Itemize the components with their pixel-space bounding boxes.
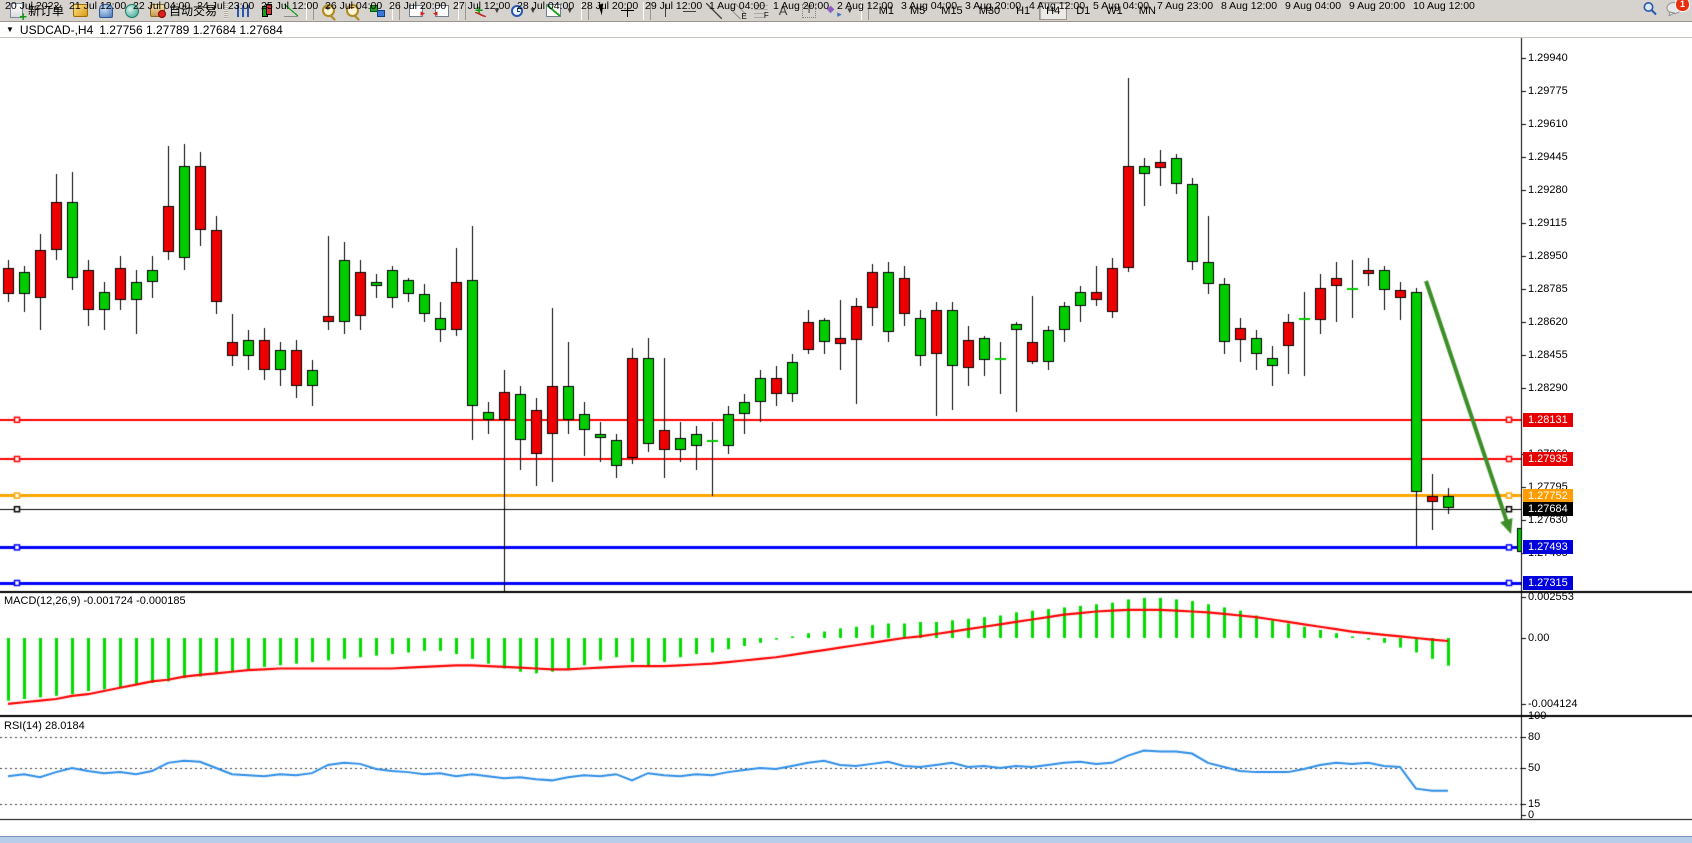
toolbar-right: 1 [1642,1,1684,17]
price-level-chip: 1.27684 [1523,502,1573,516]
macd-tick-label: 0.00 [1528,632,1549,644]
price-tick-label: 1.29115 [1528,217,1567,229]
price-chart-canvas[interactable] [0,38,1692,843]
price-tick-label: 1.28290 [1528,382,1568,394]
rsi-tick-label: 0 [1528,809,1534,821]
price-level-chip: 1.27315 [1523,576,1573,590]
chart-title-bar[interactable]: ▼ USDCAD-,H4 1.27756 1.27789 1.27684 1.2… [0,22,1692,38]
time-axis-label: 26 Jul 20:00 [389,0,446,12]
search-icon[interactable] [1642,1,1658,17]
price-level-chip: 1.28131 [1523,413,1573,427]
price-level-chip: 1.27935 [1523,452,1573,466]
price-tick-label: 1.29445 [1528,151,1568,163]
time-axis-label: 27 Jul 12:00 [453,0,510,12]
time-axis-label: 24 Jul 23:00 [197,0,254,12]
time-axis-label: 2 Aug 12:00 [837,0,893,12]
time-axis-label: 3 Aug 04:00 [901,0,957,12]
time-axis-label: 28 Jul 04:00 [517,0,574,12]
time-axis-label: 4 Aug 12:00 [1029,0,1085,12]
price-tick-label: 1.28785 [1528,283,1568,295]
price-level-chip: 1.27752 [1523,489,1573,503]
window-bottom-edge [0,836,1692,843]
time-axis-label: 25 Jul 12:00 [261,0,318,12]
time-axis-label: 1 Aug 04:00 [709,0,765,12]
time-axis-label: 3 Aug 20:00 [965,0,1021,12]
time-axis-label: 9 Aug 04:00 [1285,0,1341,12]
time-axis-label: 8 Aug 12:00 [1221,0,1277,12]
time-axis-label: 21 Jul 12:00 [69,0,126,12]
rsi-tick-label: 50 [1528,762,1540,774]
price-level-chip: 1.27493 [1523,540,1573,554]
price-tick-label: 1.28950 [1528,250,1568,262]
time-axis-label: 28 Jul 20:00 [581,0,638,12]
price-tick-label: 1.29775 [1528,85,1568,97]
price-tick-label: 1.28620 [1528,316,1568,328]
time-axis-label: 29 Jul 12:00 [645,0,702,12]
rsi-tick-label: 100 [1528,710,1546,722]
macd-indicator-label: MACD(12,26,9) -0.001724 -0.000185 [4,595,186,607]
rsi-indicator-label: RSI(14) 28.0184 [4,720,85,732]
notification-badge: 1 [1675,0,1690,12]
macd-tick-label: 0.002553 [1528,591,1574,603]
rsi-tick-label: 15 [1528,798,1540,810]
chart-dropdown-icon[interactable]: ▼ [6,25,14,34]
time-axis-label: 5 Aug 04:00 [1093,0,1149,12]
rsi-tick-label: 80 [1528,731,1540,743]
macd-tick-label: -0.004124 [1528,698,1578,710]
time-axis-label: 10 Aug 12:00 [1413,0,1475,12]
chart-ohlc-values: 1.27756 1.27789 1.27684 1.27684 [99,23,283,37]
price-tick-label: 1.29940 [1528,52,1568,64]
time-axis-label: 26 Jul 04:00 [325,0,382,12]
time-axis-label: 1 Aug 20:00 [773,0,829,12]
time-axis-label: 9 Aug 20:00 [1349,0,1405,12]
time-axis-label: 20 Jul 2022 [5,0,59,12]
time-axis-label: 22 Jul 04:00 [133,0,190,12]
price-tick-label: 1.28455 [1528,349,1568,361]
mt4-window: 新订单 自动交易 ▼ ▼ ▼ ▼ [0,0,1692,843]
time-axis-label: 7 Aug 23:00 [1157,0,1213,12]
chart-symbol-period: USDCAD-,H4 [20,23,93,37]
notifications-icon[interactable]: 1 [1666,1,1684,17]
price-tick-label: 1.29280 [1528,184,1568,196]
price-tick-label: 1.29610 [1528,118,1568,130]
